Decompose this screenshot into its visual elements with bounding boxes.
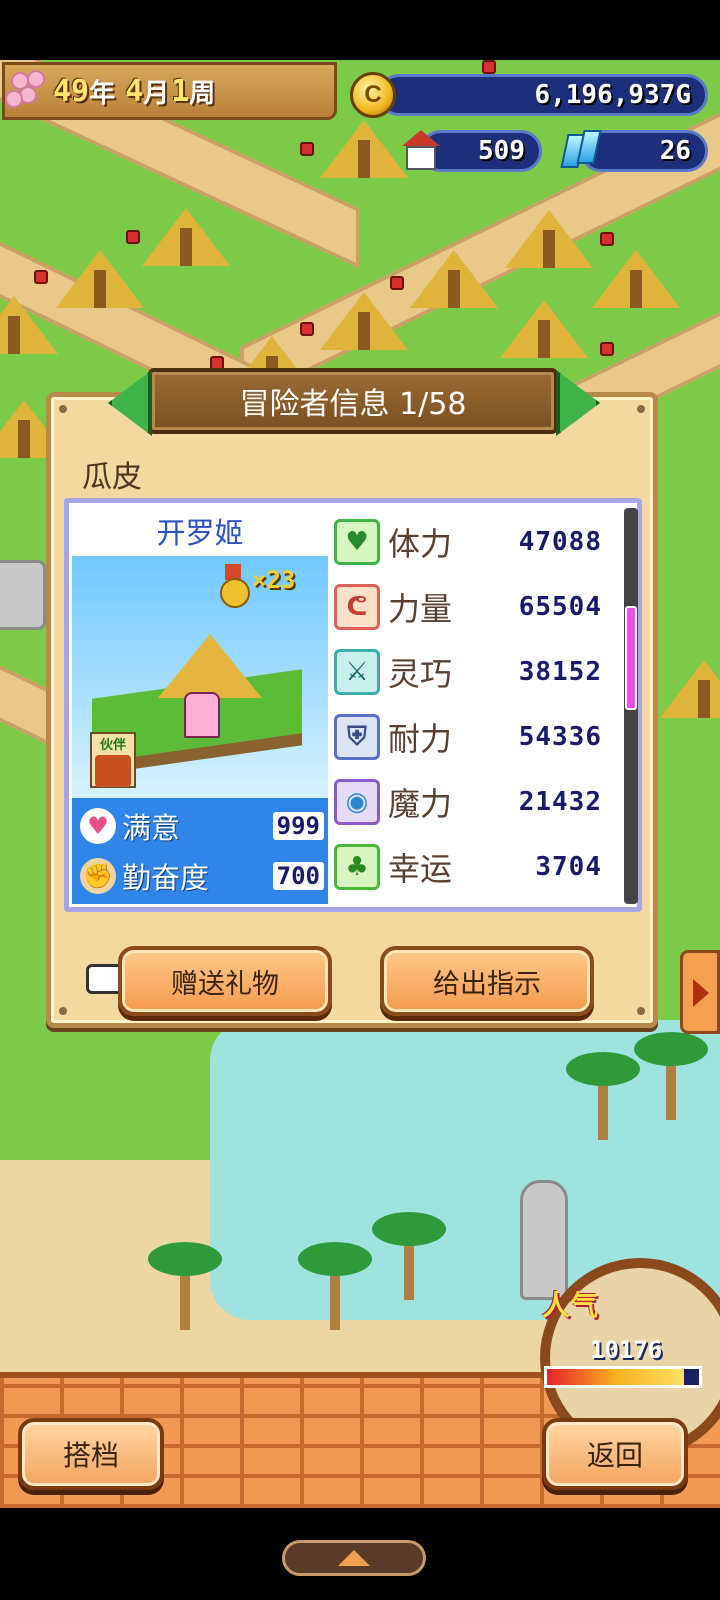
clover-icon: ♣ bbox=[334, 844, 380, 890]
stat-label: 灵巧 bbox=[388, 655, 453, 693]
year-unit: 年 bbox=[89, 78, 116, 109]
month-value: 4 bbox=[125, 73, 144, 109]
stat-label: 魔力 bbox=[388, 785, 453, 823]
year-value: 49 bbox=[53, 73, 90, 109]
money-value: 6,196,937G bbox=[534, 80, 691, 110]
satisfaction-row: ♥ 满意 999 bbox=[80, 802, 324, 850]
partner-button[interactable]: 搭档 bbox=[18, 1418, 164, 1490]
side-menu-tab[interactable] bbox=[680, 950, 720, 1034]
week-unit: 周 bbox=[189, 78, 216, 109]
stat-row-strength: ᕦ 力量 65504 bbox=[334, 579, 602, 635]
diligence-value: 700 bbox=[272, 862, 324, 890]
adventurer-card: 开罗姬 ×23 伙伴 ♥ 满意 999 ✊ 勤奋度 700 bbox=[72, 506, 328, 904]
stat-value: 21432 bbox=[518, 787, 602, 817]
satisfaction-value: 999 bbox=[272, 812, 324, 840]
diligence-label: 勤奋度 bbox=[122, 861, 210, 895]
fist-icon: ✊ bbox=[80, 858, 116, 894]
partner-badge[interactable]: 伙伴 bbox=[90, 732, 136, 788]
month-unit: 月 bbox=[143, 78, 170, 109]
panel-title-text: 冒险者信息 1/58 bbox=[239, 387, 467, 422]
diligence-row: ✊ 勤奋度 700 bbox=[80, 852, 324, 900]
scrollbar-thumb[interactable] bbox=[625, 606, 637, 710]
crossed-swords-icon: ⚔ bbox=[334, 649, 380, 695]
stat-label: 体力 bbox=[388, 525, 453, 563]
week-value: 1 bbox=[171, 73, 190, 109]
money-display: 6,196,937G bbox=[378, 74, 708, 116]
stat-value: 47088 bbox=[518, 527, 602, 557]
stat-value: 38152 bbox=[518, 657, 602, 687]
cherry-blossom-icon bbox=[5, 68, 53, 114]
chevron-up-icon bbox=[338, 1550, 370, 1566]
gold-coin-icon: C bbox=[350, 72, 396, 118]
stat-value: 65504 bbox=[518, 592, 602, 622]
give-gift-label: 赠送礼物 bbox=[171, 968, 279, 1000]
stat-row-magic: ◉ 魔力 21432 bbox=[334, 774, 602, 830]
heart-icon: ♥ bbox=[334, 519, 380, 565]
date-display: 49 年 4 月 1 周 bbox=[2, 62, 337, 120]
give-instruction-label: 给出指示 bbox=[433, 968, 541, 1000]
card-stats: ♥ 满意 999 ✊ 勤奋度 700 bbox=[72, 798, 328, 904]
partner-label: 伙伴 bbox=[99, 738, 126, 753]
magic-orb-icon: ◉ bbox=[334, 779, 380, 825]
give-instruction-button[interactable]: 给出指示 bbox=[380, 946, 594, 1016]
give-gift-button[interactable]: 赠送礼物 bbox=[118, 946, 332, 1016]
back-button[interactable]: 返回 bbox=[542, 1418, 688, 1490]
popularity-label: 人气 bbox=[542, 1289, 599, 1322]
stat-label: 耐力 bbox=[388, 720, 453, 758]
popularity-bar bbox=[544, 1366, 702, 1388]
stat-row-endurance: ⛨ 耐力 54336 bbox=[334, 709, 602, 765]
house-icon bbox=[400, 130, 442, 172]
gems-value: 26 bbox=[659, 136, 691, 166]
adventurer-job: 开罗姬 bbox=[72, 506, 328, 556]
partner-portrait-icon bbox=[95, 755, 131, 787]
shield-icon: ⛨ bbox=[334, 714, 380, 760]
hut-icon bbox=[158, 634, 262, 698]
stat-label: 力量 bbox=[388, 590, 453, 628]
adventurer-sprite bbox=[184, 692, 220, 738]
crystal-icon bbox=[560, 130, 602, 172]
expand-tray-button[interactable] bbox=[282, 1540, 426, 1576]
stat-row-dexterity: ⚔ 灵巧 38152 bbox=[334, 644, 602, 700]
adventurer-name: 瓜皮 bbox=[82, 460, 142, 495]
stat-value: 3704 bbox=[535, 852, 602, 882]
houses-value: 509 bbox=[478, 136, 525, 166]
medal-count: ×23 bbox=[252, 566, 296, 594]
stat-row-stamina: ♥ 体力 47088 bbox=[334, 514, 602, 570]
stat-row-luck: ♣ 幸运 3704 bbox=[334, 839, 602, 895]
medal-icon bbox=[220, 564, 250, 608]
stats-scrollbar[interactable] bbox=[624, 508, 638, 904]
back-button-label: 返回 bbox=[586, 1439, 643, 1472]
partner-button-label: 搭档 bbox=[62, 1439, 119, 1472]
stat-value: 54336 bbox=[518, 722, 602, 752]
heart-icon: ♥ bbox=[80, 808, 116, 844]
arm-icon: ᕦ bbox=[334, 584, 380, 630]
panel-title: 冒险者信息 1/58 bbox=[148, 368, 558, 434]
arrow-right-icon bbox=[693, 979, 709, 1007]
popularity-bar-fill bbox=[547, 1369, 684, 1385]
satisfaction-label: 满意 bbox=[122, 811, 181, 845]
stat-label: 幸运 bbox=[388, 850, 453, 888]
popularity-value: 10176 bbox=[590, 1336, 663, 1364]
